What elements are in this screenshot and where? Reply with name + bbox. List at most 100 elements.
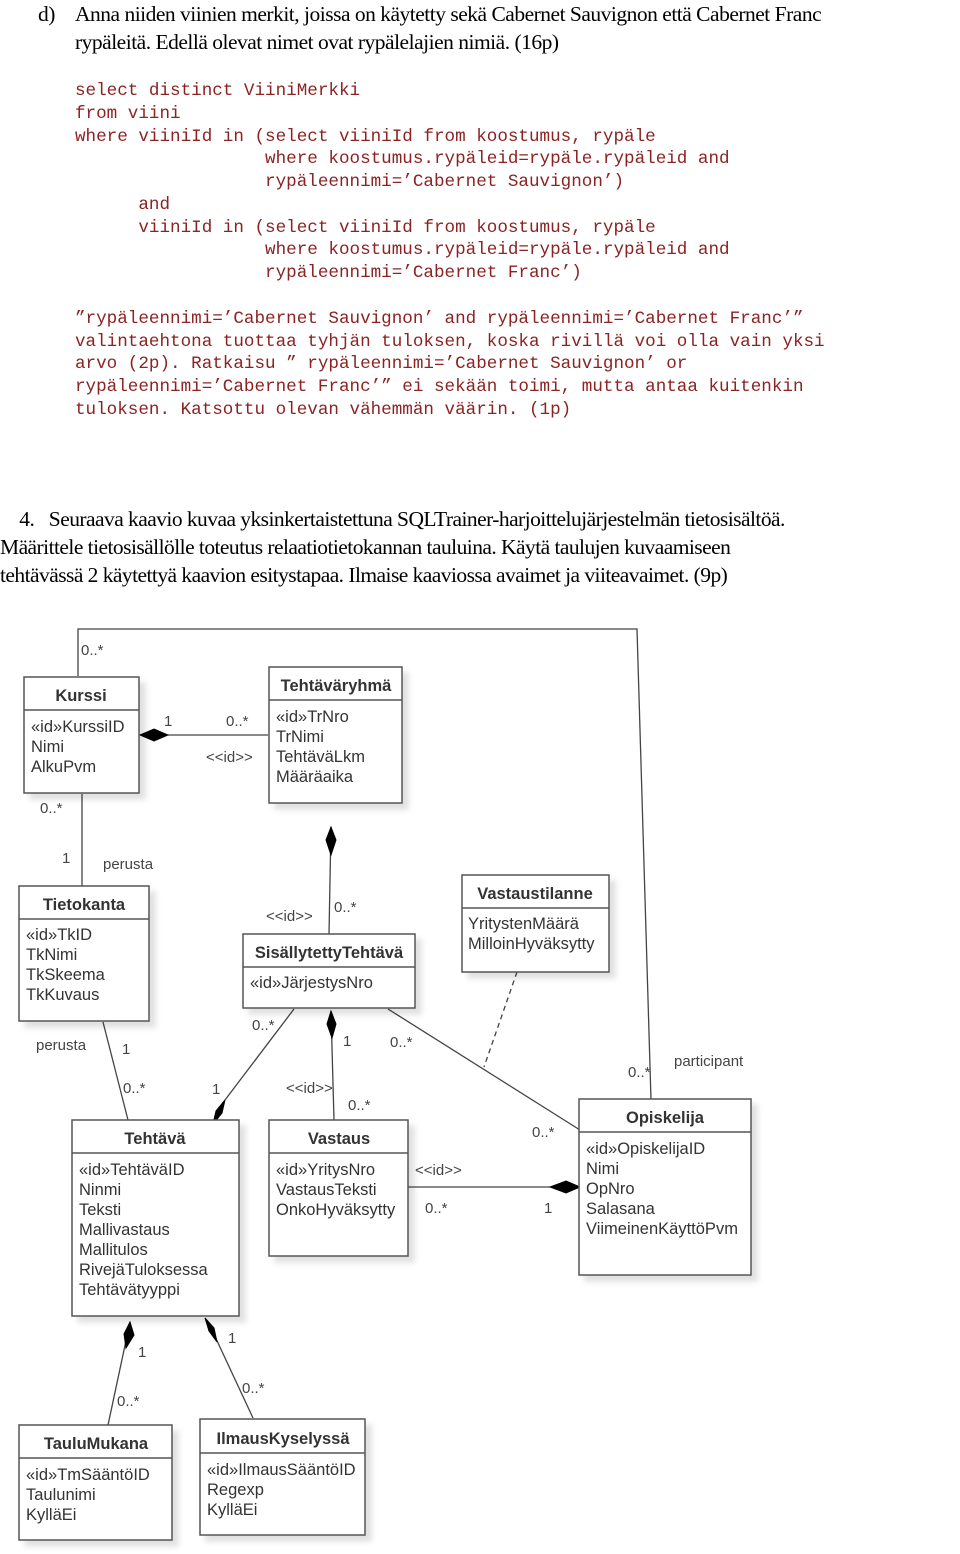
multiplicity-label: 1 [138, 1344, 146, 1361]
multiplicity-label: 0..* [348, 1097, 371, 1114]
sql-line: where koostumus.rypäleid=rypäle.rypäleid… [75, 240, 730, 260]
multiplicity-label: 0..* [532, 1124, 555, 1141]
multiplicity-label: 0..* [425, 1200, 448, 1217]
multiplicity-label: 1 [544, 1200, 552, 1217]
class-attribute: Mallitulos [79, 1241, 148, 1259]
class-attribute: Määräaika [276, 768, 354, 786]
class-attribute: «id»OpiskelijaID [586, 1140, 705, 1158]
class-attribute: «id»TehtäväID [79, 1161, 185, 1179]
multiplicity-label: 0..* [628, 1064, 651, 1081]
class-attribute: «id»IlmausSääntöID [207, 1461, 356, 1479]
sql-line: viiniId in (select viiniId from koostumu… [75, 218, 656, 238]
class-attribute: Regexp [207, 1481, 264, 1499]
class-attribute: TehtäväLkm [276, 748, 365, 766]
class-attribute: KylläEi [207, 1501, 257, 1519]
class-attribute: Teksti [79, 1201, 121, 1219]
multiplicity-label: 0..* [242, 1380, 265, 1397]
sql-line: from viini [75, 104, 181, 124]
class-attribute: TkKuvaus [26, 986, 99, 1004]
sql-line: rypäleennimi=’Cabernet Sauvignon’) [75, 172, 625, 192]
class-attribute: MilloinHyväksytty [468, 935, 595, 953]
class-title: Vastaustilanne [477, 885, 593, 903]
diamond-icon [123, 1320, 135, 1350]
class-title: Tietokanta [43, 896, 126, 914]
class-attribute: YritystenMäärä [468, 915, 580, 933]
class-attribute: OpNro [586, 1180, 635, 1198]
class-attribute: Salasana [586, 1200, 656, 1218]
class-attribute: ViimeinenKäyttöPvm [586, 1220, 738, 1238]
class-attribute: TrNimi [276, 728, 324, 746]
multiplicity-label: 0..* [81, 642, 104, 659]
question-d: d) Anna niiden viinien merkit, joissa on… [38, 0, 960, 56]
class-attribute: Nimi [31, 738, 64, 756]
class-title: TauluMukana [44, 1435, 149, 1453]
multiplicity-label: 1 [343, 1033, 351, 1050]
class-attribute: OnkoHyväksytty [276, 1201, 396, 1219]
class-attribute: «id»TkID [26, 926, 92, 944]
class-attribute: Tehtävätyyppi [79, 1281, 180, 1299]
question-4-line-2: Määrittele tietosisällölle toteutus rela… [0, 535, 731, 559]
multiplicity-label: 0..* [123, 1080, 146, 1097]
question-4: 4. Seuraava kaavio kuvaa yksinkertaistet… [0, 505, 960, 589]
class-attribute: «id»TmSääntöID [26, 1466, 150, 1484]
sql-line: where viiniId in (select viiniId from ko… [75, 127, 656, 147]
stereotype-label: <<id>> [415, 1162, 462, 1179]
note-line: ”rypäleennimi=’Cabernet Sauvignon’ and r… [75, 309, 804, 329]
class-attribute: Mallivastaus [79, 1221, 170, 1239]
class-title: Tehtävä [124, 1130, 186, 1148]
question-d-line-1: Anna niiden viinien merkit, joissa on kä… [75, 2, 822, 26]
multiplicity-label: 0..* [252, 1017, 275, 1034]
class-title: IlmausKyselyssä [216, 1430, 350, 1448]
question-4-line-1: 4. Seuraava kaavio kuvaa yksinkertaistet… [0, 507, 785, 531]
class-attribute: «id»KurssiID [31, 718, 125, 736]
sql-line: rypäleennimi=’Cabernet Franc’) [75, 263, 582, 283]
assoc-class-link-vastaustilanne [483, 971, 518, 1068]
sql-line: and [75, 195, 171, 215]
diamond-icon [325, 825, 337, 857]
class-attribute: «id»YritysNro [276, 1161, 375, 1179]
note-line: tuloksen. Katsottu olevan vähemmän vääri… [75, 400, 572, 420]
stereotype-label: <<id>> [286, 1080, 333, 1097]
class-attribute: Nimi [586, 1160, 619, 1178]
diamond-icon [548, 1180, 582, 1194]
assoc-sisallytetty-opiskelija [387, 1008, 581, 1131]
class-attribute: VastausTeksti [276, 1181, 377, 1199]
multiplicity-label: 1 [62, 850, 70, 867]
multiplicity-label: 0..* [226, 713, 249, 730]
class-attribute: «id»JärjestysNro [250, 974, 373, 992]
class-attribute: Ninmi [79, 1181, 121, 1199]
assoc-tietokanta-tehtava [102, 1021, 129, 1121]
role-label: perusta [103, 856, 154, 873]
question-d-line-2: rypäleitä. Edellä olevat nimet ovat rypä… [75, 30, 559, 54]
question-d-label: d) [38, 2, 55, 26]
note-line: rypäleennimi=’Cabernet Franc’” ei sekään… [75, 377, 804, 397]
class-title: Tehtäväryhmä [281, 677, 392, 695]
diamond-icon [138, 728, 170, 742]
class-attribute: AlkuPvm [31, 758, 96, 776]
diamond-icon [326, 1009, 337, 1040]
multiplicity-label: 0..* [40, 800, 63, 817]
class-attribute: «id»TrNro [276, 708, 349, 726]
class-attribute: KylläEi [26, 1506, 76, 1524]
class-title: Kurssi [55, 687, 106, 705]
role-label: participant [674, 1053, 744, 1070]
class-title: Opiskelija [626, 1109, 705, 1127]
class-title: Vastaus [308, 1130, 370, 1148]
uml-diagram: Kurssi «id»KurssiID Nimi AlkuPvm Tehtävä… [18, 628, 752, 1541]
note-line: valintaehtona tuottaa tyhjän tuloksen, k… [75, 332, 825, 352]
sql-line: where koostumus.rypäleid=rypäle.rypäleid… [75, 149, 730, 169]
role-label: perusta [36, 1037, 87, 1054]
class-title: SisällytettyTehtävä [255, 944, 404, 962]
class-attribute: TkNimi [26, 946, 77, 964]
question-4-line-3: tehtävässä 2 käytettyä kaavion esitystap… [0, 563, 728, 587]
multiplicity-label: 0..* [334, 899, 357, 916]
multiplicity-label: 1 [122, 1041, 130, 1058]
multiplicity-label: 1 [212, 1081, 220, 1098]
stereotype-label: <<id>> [266, 908, 313, 925]
multiplicity-label: 1 [164, 713, 172, 730]
stereotype-label: <<id>> [206, 749, 253, 766]
note-line: arvo (2p). Ratkaisu ” rypäleennimi=’Cabe… [75, 354, 688, 374]
multiplicity-label: 0..* [390, 1034, 413, 1051]
class-attribute: Taulunimi [26, 1486, 96, 1504]
class-attribute: RivejäTuloksessa [79, 1261, 209, 1279]
